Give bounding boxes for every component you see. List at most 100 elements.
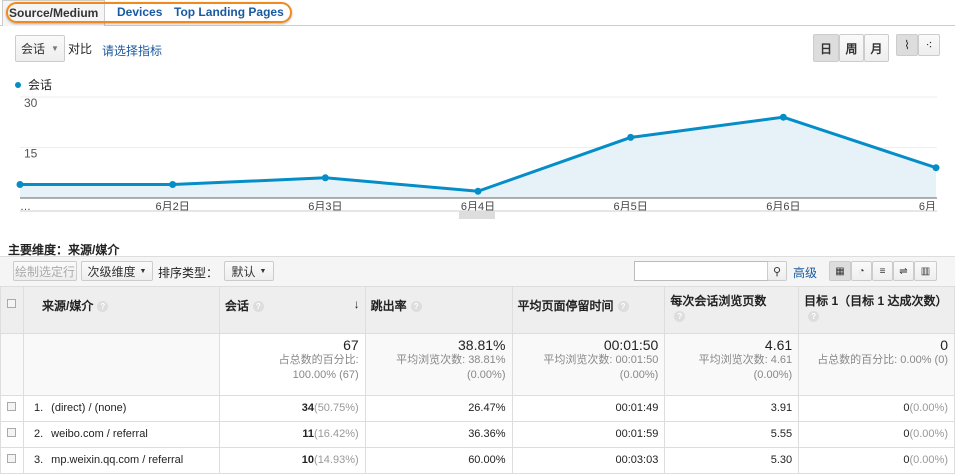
y-tick-label: 30 <box>24 96 38 110</box>
row-sessions-pct: (14.93%) <box>314 454 359 466</box>
line-chart-icon[interactable]: ⌇ <box>896 34 918 56</box>
metric-select[interactable]: 会话 ▼ <box>15 35 65 62</box>
tab-top-landing-pages[interactable]: Top Landing Pages <box>174 5 284 19</box>
compare-label: 对比 <box>68 42 93 56</box>
performance-view-icon[interactable]: ≡ <box>872 261 893 281</box>
sort-type-label: 排序类型： <box>158 266 219 280</box>
metric-select-value: 会话 <box>21 42 46 56</box>
data-point <box>474 187 482 195</box>
plot-rows-button[interactable]: 绘制选定行 <box>13 261 77 281</box>
pivot-view-icon[interactable]: ▥ <box>914 261 937 281</box>
column-header-pages-per-session[interactable]: 每次会话浏览页数 <box>670 294 766 308</box>
help-icon[interactable]: ? <box>617 301 629 313</box>
table-row: 2. weibo.com / referral 11(16.42%) 36.36%… <box>0 421 955 448</box>
data-point <box>169 181 177 189</box>
row-index: 1. <box>33 402 44 414</box>
row-pages: 5.55 <box>770 428 793 440</box>
primary-dimension-value: 来源/媒介 <box>68 243 120 257</box>
data-table: 来源/媒介? 会话? ↓ 跳出率? 平均页面停留时间? 每次会话浏览页数? 目标 … <box>0 286 955 474</box>
tab-devices[interactable]: Devices <box>117 5 162 19</box>
report-tabs: Source/Medium Devices Top Landing Pages <box>0 0 955 26</box>
sessions-chart: 3015… 6月2日 6月3日 6月4日 6月5日 6月6日 6月 <box>16 96 940 219</box>
row-goal-pct: (0.00%) <box>909 454 948 466</box>
row-index: 3. <box>33 454 44 466</box>
period-week-button[interactable]: 周 <box>839 34 864 62</box>
help-icon[interactable]: ? <box>252 301 264 313</box>
table-search-input[interactable] <box>634 261 768 281</box>
column-header-bounce-rate[interactable]: 跳出率 <box>371 299 407 313</box>
data-point <box>16 181 24 189</box>
legend-dot-icon <box>15 81 21 88</box>
row-time: 00:01:59 <box>615 428 659 440</box>
column-header-sessions[interactable]: 会话 <box>225 299 249 313</box>
total-pages-sub: 平均浏览次数: 4.61 <box>698 354 793 366</box>
chevron-down-icon: ▼ <box>259 267 267 275</box>
comparison-view-icon[interactable]: ⇌ <box>893 261 914 281</box>
row-bounce: 60.00% <box>468 454 506 466</box>
sort-type-value: 默认 <box>231 264 256 279</box>
column-header-goal1[interactable]: 目标 1（目标 1 达成次数） <box>804 294 947 308</box>
row-checkbox[interactable] <box>7 454 17 463</box>
tab-source-medium[interactable]: Source/Medium <box>2 0 106 26</box>
table-view-icon[interactable]: ▦ <box>829 261 851 281</box>
help-icon[interactable]: ? <box>674 311 686 323</box>
row-bounce: 26.47% <box>468 402 506 414</box>
row-checkbox[interactable] <box>7 402 17 411</box>
row-index: 2. <box>33 428 44 440</box>
period-day-button[interactable]: 日 <box>813 34 839 62</box>
source-medium-link[interactable]: weibo.com / referral <box>51 428 148 440</box>
search-icon[interactable]: ⚲ <box>767 261 787 281</box>
data-point <box>932 164 940 172</box>
total-time-sub: 平均浏览次数: 00:01:50 <box>543 354 659 366</box>
row-sessions: 10 <box>301 454 315 466</box>
row-pages: 3.91 <box>770 402 793 414</box>
totals-row: 67 占总数的百分比: 100.00% (67) 38.81% 平均浏览次数: 38.… <box>0 333 955 396</box>
row-goal-pct: (0.00%) <box>909 428 948 440</box>
row-sessions-pct: (16.42%) <box>314 428 359 440</box>
total-time-sub2: (0.00%) <box>619 369 659 381</box>
total-sessions-sub2: 100.00% (67) <box>292 369 359 381</box>
row-checkbox[interactable] <box>7 428 17 437</box>
total-bounce-sub: 平均浏览次数: 38.81% <box>396 354 506 366</box>
source-medium-link[interactable]: (direct) / (none) <box>51 402 126 414</box>
total-pages-sub2: (0.00%) <box>753 369 793 381</box>
period-month-button[interactable]: 月 <box>864 34 889 62</box>
select-all-checkbox[interactable] <box>7 299 17 308</box>
data-point <box>627 133 635 141</box>
total-goal: 0 <box>940 337 948 353</box>
y-tick-label: 15 <box>24 147 38 161</box>
total-sessions: 67 <box>343 337 359 353</box>
column-header-source-medium[interactable]: 来源/媒介 <box>42 299 93 313</box>
pie-view-icon[interactable]: ◔ <box>851 261 872 281</box>
help-icon[interactable]: ? <box>410 301 422 313</box>
table-row: 1. (direct) / (none) 34(50.75%) 26.47% 00… <box>0 395 955 422</box>
total-bounce-sub2: (0.00%) <box>466 369 506 381</box>
data-point <box>321 174 329 182</box>
sort-type-select[interactable]: 默认 ▼ <box>224 261 274 281</box>
data-point <box>779 113 787 121</box>
help-icon[interactable]: ? <box>97 301 109 313</box>
total-goal-sub: 占总数的百分比: 0.00% (0) <box>817 354 948 366</box>
source-medium-link[interactable]: mp.weixin.qq.com / referral <box>51 454 183 466</box>
help-icon[interactable]: ? <box>808 311 820 323</box>
total-time: 00:01:50 <box>603 337 659 353</box>
column-header-avg-time[interactable]: 平均页面停留时间 <box>518 299 614 313</box>
total-pages: 4.61 <box>764 337 793 353</box>
row-bounce: 36.36% <box>468 428 506 440</box>
total-sessions-sub: 占总数的百分比: <box>278 354 359 366</box>
advanced-link[interactable]: 高级 <box>793 264 817 281</box>
row-sessions: 34 <box>301 402 315 414</box>
choose-metric-link[interactable]: 请选择指标 <box>102 42 162 59</box>
motion-chart-icon[interactable]: ⁖ <box>918 34 940 56</box>
chart-resize-handle <box>459 211 495 219</box>
total-bounce: 38.81% <box>458 337 506 353</box>
row-time: 00:01:49 <box>615 402 659 414</box>
sort-desc-icon: ↓ <box>353 297 360 311</box>
row-sessions: 11 <box>302 428 315 440</box>
row-pages: 5.30 <box>770 454 793 466</box>
row-sessions-pct: (50.75%) <box>314 402 359 414</box>
chevron-down-icon: ▼ <box>139 267 147 275</box>
primary-dimension-label: 主要维度： <box>8 243 69 257</box>
secondary-dimension-select[interactable]: 次级维度 ▼ <box>81 261 153 281</box>
secondary-dimension-label: 次级维度 <box>87 264 136 279</box>
